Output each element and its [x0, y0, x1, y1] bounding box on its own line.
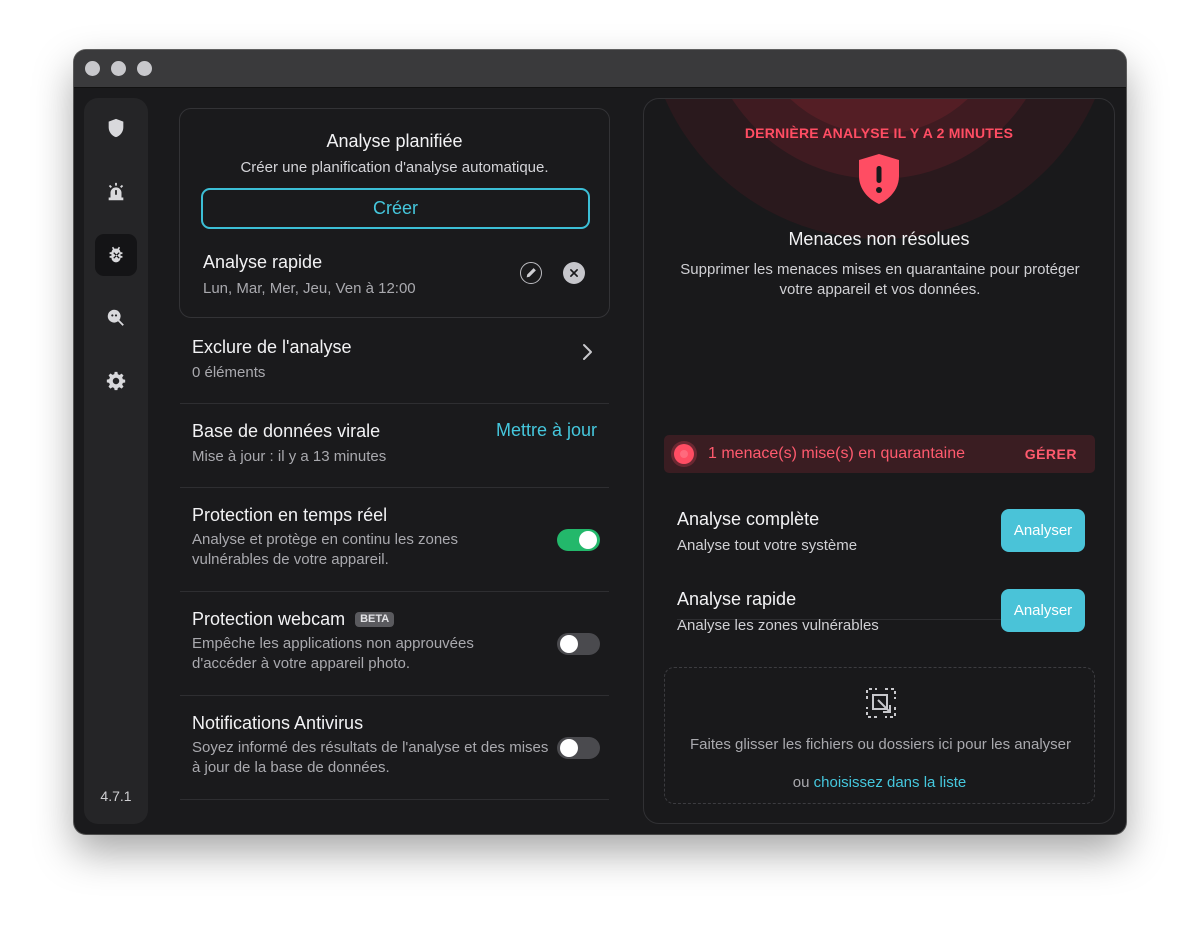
notifications-title: Notifications Antivirus — [192, 713, 364, 733]
app-version: 4.7.1 — [100, 788, 132, 804]
quarantine-banner: 1 menace(s) mise(s) en quarantaine GÉRER — [664, 435, 1095, 473]
delete-schedule-button[interactable] — [563, 262, 585, 284]
notifications-desc: Soyez informé des résultats de l'analyse… — [192, 739, 549, 776]
choose-from-list-link[interactable]: choisissez dans la liste — [814, 774, 967, 791]
webcam-protection-title-wrap: Protection webcam BETA — [192, 609, 395, 630]
alarm-icon — [108, 182, 124, 201]
drop-files-icon — [866, 688, 896, 718]
full-scan-desc: Analyse tout votre système — [677, 537, 858, 554]
quick-scan-title: Analyse rapide — [677, 589, 797, 609]
scheduled-item-days: Lun, Mar, Mer, Jeu, Ven à 12:00 — [203, 280, 416, 297]
update-database-link[interactable]: Mettre à jour — [496, 420, 597, 441]
shield-warning-icon — [859, 154, 899, 204]
sidebar-item-antivirus[interactable] — [95, 234, 137, 276]
chevron-right-icon — [583, 344, 592, 360]
search-bug-icon — [107, 309, 124, 326]
virus-database-title: Base de données virale — [192, 421, 381, 441]
webcam-protection-toggle[interactable] — [557, 633, 600, 655]
webcam-protection-title: Protection webcam — [192, 609, 346, 629]
last-scan-label: DERNIÈRE ANALYSE IL Y A 2 MINUTES — [744, 125, 1014, 141]
pencil-icon — [526, 268, 536, 278]
sidebar-item-alerts[interactable] — [95, 171, 137, 213]
exclude-title: Exclure de l'analyse — [192, 337, 352, 357]
threat-description: Supprimer les menaces mises en quarantai… — [680, 261, 1080, 298]
quarantine-text: 1 menace(s) mise(s) en quarantaine — [708, 445, 966, 462]
webcam-protection-desc: Empêche les applications non approuvées … — [192, 635, 474, 672]
realtime-protection-row: Protection en temps réel Analyse et prot… — [180, 488, 609, 592]
alert-dot-icon — [674, 444, 694, 464]
sidebar: 4.7.1 — [84, 98, 148, 824]
exclude-row[interactable]: Exclure de l'analyse 0 éléments — [180, 320, 609, 404]
exclude-count: 0 éléments — [192, 364, 266, 381]
title-bar — [74, 50, 1126, 88]
scheduled-scan-title: Analyse planifiée — [326, 131, 463, 151]
threat-title: Menaces non résolues — [788, 229, 970, 249]
close-icon — [570, 269, 578, 277]
sidebar-item-protection[interactable] — [95, 107, 137, 149]
scheduled-scan-card: Analyse planifiée Créer une planificatio… — [179, 108, 610, 318]
file-dropzone[interactable]: Faites glisser les fichiers ou dossiers … — [664, 667, 1095, 804]
realtime-protection-toggle[interactable] — [557, 529, 600, 551]
dropzone-or: ou — [792, 774, 810, 791]
realtime-protection-title: Protection en temps réel — [192, 505, 388, 525]
realtime-protection-desc: Analyse et protège en continu les zones … — [192, 531, 459, 568]
virus-database-row: Base de données virale Mise à jour : il … — [180, 404, 609, 488]
scheduled-item-title: Analyse rapide — [203, 252, 323, 272]
scheduled-scan-subtitle: Créer une planification d'analyse automa… — [240, 159, 549, 176]
edit-schedule-button[interactable] — [520, 262, 542, 284]
quick-scan-desc: Analyse les zones vulnérables — [677, 617, 879, 634]
dropzone-link-line: ou choisissez dans la liste — [665, 774, 1094, 791]
sidebar-item-scanner[interactable] — [95, 297, 137, 339]
manage-quarantine-button[interactable]: GÉRER — [1025, 446, 1077, 462]
full-scan-button[interactable]: Analyser — [1001, 509, 1085, 552]
gear-icon — [106, 371, 126, 391]
bug-icon — [109, 246, 123, 263]
scan-status-panel: DERNIÈRE ANALYSE IL Y A 2 MINUTES Menace… — [643, 98, 1115, 824]
virus-database-updated: Mise à jour : il y a 13 minutes — [192, 448, 387, 465]
maximize-window-button[interactable] — [137, 61, 152, 76]
quick-scan-button[interactable]: Analyser — [1001, 589, 1085, 632]
create-schedule-button[interactable]: Créer — [201, 188, 590, 229]
shield-icon — [108, 118, 124, 138]
webcam-protection-row: Protection webcam BETA Empêche les applic… — [180, 592, 609, 696]
beta-badge: BETA — [355, 612, 395, 627]
full-scan-row: Analyse complète Analyse tout votre syst… — [677, 509, 1085, 559]
quick-scan-row: Analyse rapide Analyse les zones vulnéra… — [677, 589, 1085, 639]
full-scan-title: Analyse complète — [677, 509, 820, 529]
dropzone-text: Faites glisser les fichiers ou dossiers … — [690, 736, 1071, 753]
minimize-window-button[interactable] — [111, 61, 126, 76]
close-window-button[interactable] — [85, 61, 100, 76]
notifications-row: Notifications Antivirus Soyez informé de… — [180, 696, 609, 800]
app-window: 4.7.1 Analyse planifiée Créer une planif… — [74, 50, 1126, 834]
notifications-toggle[interactable] — [557, 737, 600, 759]
sidebar-item-settings[interactable] — [95, 360, 137, 402]
